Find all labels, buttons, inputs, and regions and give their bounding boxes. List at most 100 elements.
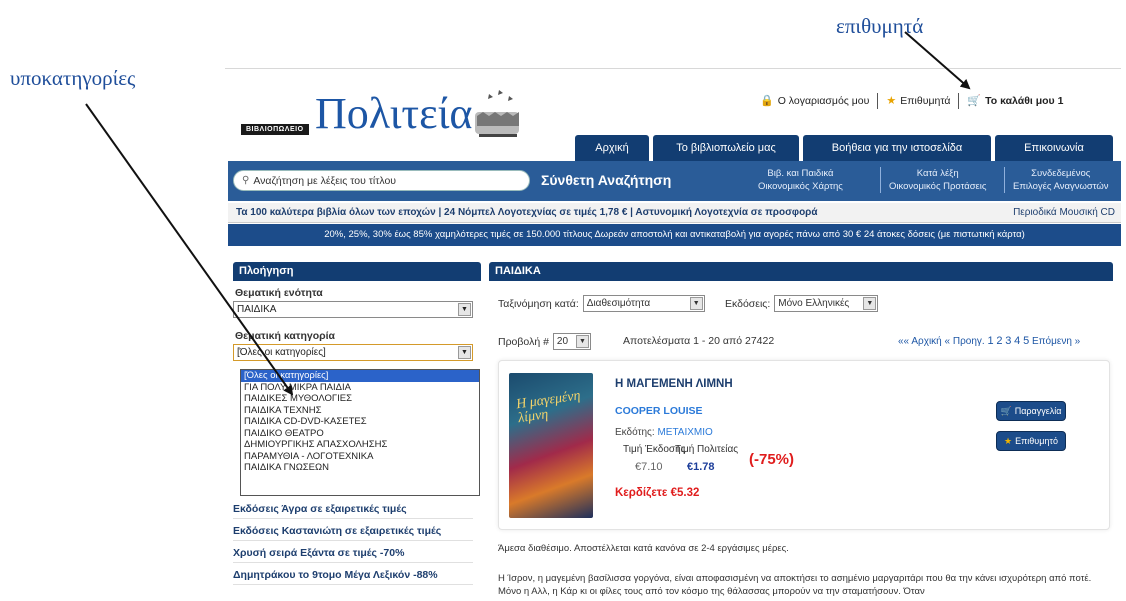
page-1[interactable]: 1 bbox=[987, 335, 993, 347]
sort-select[interactable]: Διαθεσιμότητα ▼ bbox=[582, 295, 705, 312]
sidebar-link[interactable]: Χρυσή σειρά Εξάντα σε τιμές -70% bbox=[233, 543, 473, 563]
main-header: ΠΑΙΔΙΚΑ bbox=[489, 262, 1113, 281]
promo-bar: Τα 100 καλύτερα βιβλία όλων των εποχών |… bbox=[228, 203, 1121, 223]
main-nav-tabs: Αρχική Το βιβλιοπωλείο μας Βοήθεια για τ… bbox=[575, 135, 1113, 161]
editions-select[interactable]: Μόνο Ελληνικές ▼ bbox=[774, 295, 879, 312]
sidebar-link[interactable]: Δημητράκου το 9τομο Μέγα Λεξικόν -88% bbox=[233, 565, 473, 585]
product-author[interactable]: COOPER LOUISE bbox=[615, 405, 703, 417]
advanced-search-link[interactable]: Σύνθετη Αναζήτηση bbox=[541, 172, 671, 188]
star-icon: ★ bbox=[886, 94, 897, 107]
results-count: Αποτελέσματα 1 - 20 από 27422 bbox=[623, 335, 775, 347]
chevron-down-icon: ▼ bbox=[458, 303, 471, 316]
page-2[interactable]: 2 bbox=[996, 335, 1002, 347]
category-label: Θεματική κατηγορία bbox=[235, 330, 336, 342]
tab-contact[interactable]: Επικοινωνία bbox=[995, 135, 1113, 161]
sidebar-header: Πλοήγηση bbox=[233, 262, 481, 281]
dropdown-option[interactable]: ΠΑΙΔΙΚΑ CD-DVD-ΚΑΣΕΤΕΣ bbox=[241, 416, 479, 428]
logo-small-text: ΒΙΒΛΙΟΠΩΛΕΙΟ bbox=[241, 124, 309, 135]
star-icon: ★ bbox=[1004, 435, 1013, 446]
savings-text: Κερδίζετε €5.32 bbox=[615, 487, 700, 499]
promo-right-links[interactable]: Περιοδικά Μουσική CD bbox=[1013, 207, 1115, 218]
sort-filter: Ταξινόμηση κατά: Διαθεσιμότητα ▼ bbox=[498, 295, 705, 312]
editions-filter: Εκδόσεις: Μόνο Ελληνικές ▼ bbox=[725, 295, 879, 312]
promo-links[interactable]: Τα 100 καλύτερα βιβλία όλων των εποχών |… bbox=[236, 207, 818, 218]
tab-help[interactable]: Βοήθεια για την ιστοσελίδα bbox=[803, 135, 991, 161]
chevron-down-icon: ▼ bbox=[575, 335, 589, 348]
editions-select-value: Μόνο Ελληνικές bbox=[778, 298, 850, 309]
birds-icon bbox=[475, 90, 519, 137]
account-link-label: Ο λογαριασμός μου bbox=[777, 95, 870, 107]
per-page-value: 20 bbox=[556, 336, 569, 347]
page-3[interactable]: 3 bbox=[1005, 335, 1011, 347]
list-price: €7.10 bbox=[635, 461, 663, 473]
show-label: Προβολή # bbox=[498, 335, 549, 348]
top-links: 🔒 Ο λογαριασμός μου ★ Επιθυμητά 🛒 Το καλ… bbox=[752, 93, 1071, 109]
dropdown-option[interactable]: ΓΙΑ ΠΟΛΥ ΜΙΚΡΑ ΠΑΙΔΙΑ bbox=[241, 382, 479, 394]
sort-select-value: Διαθεσιμότητα bbox=[586, 298, 651, 309]
wishlist-link-label: Επιθυμητά bbox=[900, 95, 951, 107]
sidebar-link[interactable]: Εκδόσεις Άγρα σε εξαιρετικές τιμές bbox=[233, 499, 473, 519]
pagination: «« Αρχική « Προηγ. 1 2 3 4 5 Επόμενη » bbox=[898, 335, 1080, 347]
per-page-select[interactable]: 20 ▼ bbox=[552, 333, 591, 350]
sidebar-link[interactable]: Εκδόσεις Καστανιώτη σε εξαιρετικές τιμές bbox=[233, 521, 473, 541]
quick-link-1[interactable]: Βιβ. και Παιδικά Οικονομικός Χάρτης bbox=[758, 167, 843, 193]
quick-link-3-line1: Συνδεδεμένος bbox=[1031, 168, 1091, 179]
section-select[interactable]: ΠΑΙΔΙΚΑ ▼ bbox=[233, 301, 473, 318]
order-button[interactable]: 🛒 Παραγγελία bbox=[996, 401, 1066, 421]
logo-name: Πολιτεία bbox=[315, 89, 473, 138]
add-wishlist-button[interactable]: ★ Επιθυμητό bbox=[996, 431, 1066, 451]
browser-screenshot: ΒΙΒΛΙΟΠΩΛΕΙΟ Πολιτεία 🔒 Ο λογαριασμός μο… bbox=[225, 68, 1121, 601]
quick-link-3[interactable]: Συνδεδεμένος Επιλογές Αναγνωστών bbox=[1004, 167, 1109, 193]
pagination-prev[interactable]: «« Αρχική « Προηγ. bbox=[898, 336, 985, 347]
dropdown-option[interactable]: ΠΑΡΑΜΥΘΙΑ - ΛΟΓΟΤΕΧΝΙΚΑ bbox=[241, 451, 479, 463]
category-dropdown-list: [Όλες οι κατηγορίες] ΓΙΑ ΠΟΛΥ ΜΙΚΡΑ ΠΑΙΔ… bbox=[240, 369, 480, 496]
search-icon: ⚲ bbox=[242, 174, 250, 186]
quick-link-2[interactable]: Κατά λέξη Οικονομικός Προτάσεις bbox=[880, 167, 986, 193]
sort-label: Ταξινόμηση κατά: bbox=[498, 297, 579, 310]
dropdown-option[interactable]: ΔΗΜΙΟΥΡΓΙΚΗΣ ΑΠΑΣΧΟΛΗΣΗΣ bbox=[241, 439, 479, 451]
product-card: Η μαγεμένη λίμνη Η ΜΑΓΕΜΕΝΗ ΛΙΜΝΗ COOPER… bbox=[498, 360, 1110, 530]
publisher-link[interactable]: ΜΕΤΑΙΧΜΙΟ bbox=[657, 427, 712, 438]
cart-link[interactable]: 🛒 Το καλάθι μου 1 bbox=[959, 95, 1071, 107]
dropdown-option[interactable]: ΠΑΙΔΙΚΑ ΓΝΩΣΕΩΝ bbox=[241, 462, 479, 474]
pagination-next[interactable]: Επόμενη » bbox=[1032, 336, 1080, 347]
quick-link-3-line2: Επιλογές Αναγνωστών bbox=[1013, 181, 1109, 192]
product-title[interactable]: Η ΜΑΓΕΜΕΝΗ ΛΙΜΝΗ bbox=[615, 378, 733, 390]
chevron-down-icon: ▼ bbox=[689, 297, 703, 310]
dropdown-option[interactable]: ΠΑΙΔΙΚΕΣ ΜΥΘΟΛΟΓΙΕΣ bbox=[241, 393, 479, 405]
cart-icon: 🛒 bbox=[1000, 405, 1012, 416]
per-page-filter: Προβολή # 20 ▼ bbox=[498, 333, 591, 350]
page-4[interactable]: 4 bbox=[1014, 335, 1020, 347]
dropdown-option[interactable]: [Όλες οι κατηγορίες] bbox=[241, 370, 479, 382]
quick-link-1-line2: Οικονομικός Χάρτης bbox=[758, 181, 843, 192]
quick-link-1-line1: Βιβ. και Παιδικά bbox=[767, 168, 834, 179]
cart-icon: 🛒 bbox=[967, 94, 982, 107]
editions-label: Εκδόσεις: bbox=[725, 297, 771, 310]
product-description: Η Ίσρον, η μαγεμένη βασίλισσα γοργόνα, ε… bbox=[498, 573, 1092, 597]
tab-home[interactable]: Αρχική bbox=[575, 135, 649, 161]
cover-title: Η μαγεμένη λίμνη bbox=[515, 388, 582, 427]
chevron-down-icon: ▼ bbox=[458, 346, 471, 359]
lock-icon: 🔒 bbox=[760, 94, 774, 107]
wishlist-link[interactable]: ★ Επιθυμητά bbox=[878, 95, 958, 107]
product-publisher: Εκδότης: ΜΕΤΑΙΧΜΙΟ bbox=[615, 427, 713, 438]
account-link[interactable]: 🔒 Ο λογαριασμός μου bbox=[752, 95, 877, 107]
search-input[interactable]: ⚲ Αναζήτηση με λέξεις του τίτλου bbox=[233, 170, 530, 191]
benefits-bar: 20%, 25%, 30% έως 85% χαμηλότερες τιμές … bbox=[228, 224, 1121, 246]
discount-badge: (-75%) bbox=[749, 451, 795, 468]
dropdown-option[interactable]: ΠΑΙΔΙΚΟ ΘΕΑΤΡΟ bbox=[241, 428, 479, 440]
book-cover[interactable]: Η μαγεμένη λίμνη bbox=[509, 373, 593, 518]
chevron-down-icon: ▼ bbox=[863, 297, 877, 310]
availability-text: Άμεσα διαθέσιμο. Αποστέλλεται κατά κανόν… bbox=[498, 543, 789, 554]
store-price: €1.78 bbox=[687, 461, 715, 473]
quick-link-2-line2: Οικονομικός Προτάσεις bbox=[889, 181, 987, 192]
tab-bookstore[interactable]: Το βιβλιοπωλείο μας bbox=[653, 135, 799, 161]
site-logo[interactable]: ΒΙΒΛΙΟΠΩΛΕΙΟ Πολιτεία bbox=[237, 84, 527, 144]
wish-button-label: Επιθυμητό bbox=[1015, 436, 1058, 446]
category-select[interactable]: [Όλες οι κατηγορίες] ▼ bbox=[233, 344, 473, 361]
page-5[interactable]: 5 bbox=[1023, 335, 1029, 347]
section-label: Θεματική ενότητα bbox=[235, 287, 323, 299]
annotation-wishlist: επιθυμητά bbox=[836, 14, 924, 38]
annotation-subcategories: υποκατηγορίες bbox=[10, 66, 136, 90]
dropdown-option[interactable]: ΠΑΙΔΙΚΑ ΤΕΧΝΗΣ bbox=[241, 405, 479, 417]
